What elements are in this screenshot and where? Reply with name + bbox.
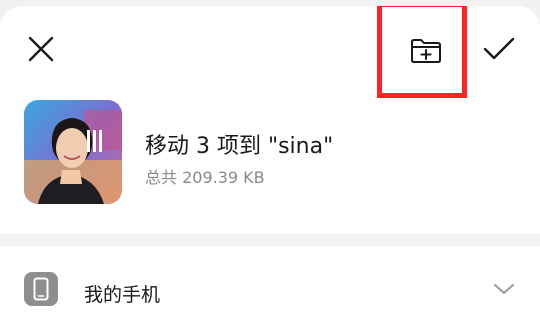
image-thumbnail (24, 100, 122, 204)
new-folder-button[interactable] (400, 28, 452, 74)
close-icon (28, 36, 54, 62)
checkmark-icon (483, 37, 515, 60)
phone-icon (24, 272, 58, 306)
location-label: 我的手机 (84, 284, 161, 306)
folder-add-icon (411, 39, 441, 63)
move-dialog-sheet: 移动 3 项到 "sina" 总共 209.39 KB 我的手机 (0, 6, 540, 318)
location-phone-row[interactable]: 我的手机 (0, 258, 540, 318)
move-title: 移动 3 项到 "sina" (145, 134, 334, 159)
confirm-button[interactable] (478, 28, 520, 70)
chevron-down-icon[interactable] (492, 282, 516, 296)
move-summary: 移动 3 项到 "sina" 总共 209.39 KB (24, 100, 524, 210)
dialog-toolbar (0, 6, 540, 98)
total-size: 总共 209.39 KB (145, 168, 265, 187)
section-divider (0, 234, 540, 246)
close-button[interactable] (22, 30, 60, 68)
